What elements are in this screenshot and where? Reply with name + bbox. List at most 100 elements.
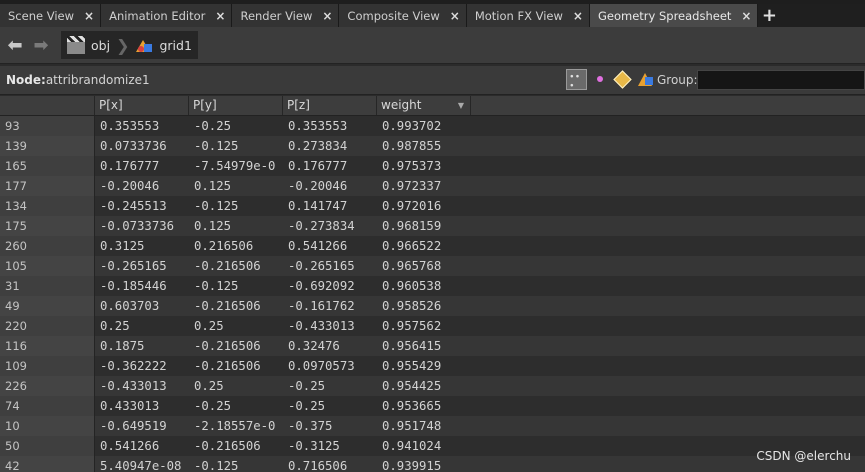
tab-composite-view[interactable]: Composite View xyxy=(339,4,467,27)
row-index-cell: 226 xyxy=(0,376,95,396)
detail-mode-icon[interactable] xyxy=(635,69,656,90)
table-row[interactable]: 105 -0.265165 -0.216506 -0.265165 0.965768 xyxy=(0,256,865,276)
row-index-cell: 93 xyxy=(0,116,95,136)
table-cell: 0.176777 xyxy=(100,159,160,173)
table-cell: 0.141747 xyxy=(288,199,348,213)
table-row[interactable]: 134 -0.245513 -0.125 0.141747 0.972016 xyxy=(0,196,865,216)
back-arrow-icon[interactable]: ⬅ xyxy=(5,35,25,56)
table-cell: -2.18557e-0 xyxy=(194,419,276,433)
table-row[interactable]: 50 0.541266 -0.216506 -0.3125 0.941024 xyxy=(0,436,865,456)
table-cell: -0.273834 xyxy=(288,219,355,233)
table-cell: 0.960538 xyxy=(382,279,442,293)
table-cell: 0.939915 xyxy=(382,459,442,472)
table-cell: 0.216506 xyxy=(194,239,254,253)
table-row[interactable]: 49 0.603703 -0.216506 -0.161762 0.958526 xyxy=(0,296,865,316)
table-cell: 0.0733736 xyxy=(100,139,167,153)
table-cell: 0.125 xyxy=(194,219,232,233)
column-header-px[interactable]: P[x] xyxy=(95,96,189,115)
points-mode-icon[interactable] xyxy=(566,69,587,91)
table-row[interactable]: 165 0.176777 -7.54979e-0 0.176777 0.975373 xyxy=(0,156,865,176)
table-cell: -0.3125 xyxy=(288,439,340,453)
table-cell: -0.125 xyxy=(194,139,239,153)
group-field[interactable] xyxy=(697,70,865,90)
table-cell: 0.987855 xyxy=(382,139,442,153)
table-cell: -0.692092 xyxy=(288,279,355,293)
table-cell: -0.216506 xyxy=(194,259,261,273)
table-cell: -0.185446 xyxy=(100,279,167,293)
table-cell: 0.972016 xyxy=(382,199,442,213)
close-tab-icon[interactable] xyxy=(322,9,332,23)
row-index-cell: 220 xyxy=(0,316,95,336)
column-header-weight[interactable]: weight ▼ xyxy=(377,96,471,115)
table-row[interactable]: 175 -0.0733736 0.125 -0.273834 0.968159 xyxy=(0,216,865,236)
table-cell: 0.0970573 xyxy=(288,359,355,373)
table-cell: 0.951748 xyxy=(382,419,442,433)
forward-arrow-icon[interactable]: ➡ xyxy=(31,35,51,56)
table-cell: 0.968159 xyxy=(382,219,442,233)
close-tab-icon[interactable] xyxy=(741,9,751,23)
close-tab-icon[interactable] xyxy=(215,9,225,23)
table-cell: -0.216506 xyxy=(194,359,261,373)
table-cell: 0.716506 xyxy=(288,459,348,472)
table-cell: 0.433013 xyxy=(100,399,160,413)
breadcrumb-obj[interactable]: obj xyxy=(67,36,110,54)
tab-label: Scene View xyxy=(8,8,75,23)
close-tab-icon[interactable] xyxy=(84,9,94,23)
add-tab-button[interactable]: + xyxy=(758,4,780,27)
navigation-bar: ⬅ ➡ obj ❯ grid1 xyxy=(0,27,865,64)
tab-scene-view[interactable]: Scene View xyxy=(0,4,102,27)
watermark: CSDN @elerchu xyxy=(756,449,851,463)
table-row[interactable]: 116 0.1875 -0.216506 0.32476 0.956415 xyxy=(0,336,865,356)
table-row[interactable]: 74 0.433013 -0.25 -0.25 0.953665 xyxy=(0,396,865,416)
table-cell: -0.125 xyxy=(194,459,239,472)
breadcrumb-separator-icon: ❯ xyxy=(116,35,130,55)
table-cell: 0.965768 xyxy=(382,259,442,273)
table-cell: 0.353553 xyxy=(100,119,160,133)
table-row[interactable]: 42 5.40947e-08 -0.125 0.716506 0.939915 xyxy=(0,456,865,472)
table-cell: -0.20046 xyxy=(100,179,160,193)
table-cell: 5.40947e-08 xyxy=(100,459,182,472)
table-row[interactable]: 31 -0.185446 -0.125 -0.692092 0.960538 xyxy=(0,276,865,296)
table-row[interactable]: 177 -0.20046 0.125 -0.20046 0.972337 xyxy=(0,176,865,196)
tab-render-view[interactable]: Render View xyxy=(232,4,340,27)
close-tab-icon[interactable] xyxy=(573,9,583,23)
column-header-weight-label: weight xyxy=(381,98,422,112)
table-cell: 0.353553 xyxy=(288,119,348,133)
tab-geometry-spreadsheet[interactable]: Geometry Spreadsheet xyxy=(589,4,759,27)
table-row[interactable]: 109 -0.362222 -0.216506 0.0970573 0.955429 xyxy=(0,356,865,376)
table-cell: -0.161762 xyxy=(288,299,355,313)
table-row[interactable]: 226 -0.433013 0.25 -0.25 0.954425 xyxy=(0,376,865,396)
table-cell: 0.25 xyxy=(194,319,224,333)
close-tab-icon[interactable] xyxy=(450,9,460,23)
row-index-cell: 50 xyxy=(0,436,95,456)
breadcrumb-node[interactable]: grid1 xyxy=(135,37,192,53)
table-row[interactable]: 220 0.25 0.25 -0.433013 0.957562 xyxy=(0,316,865,336)
column-header-index[interactable] xyxy=(0,96,95,115)
row-index-cell: 74 xyxy=(0,396,95,416)
table-cell: -0.216506 xyxy=(194,299,261,313)
column-header-pz[interactable]: P[z] xyxy=(283,96,377,115)
vertices-mode-icon[interactable] xyxy=(590,69,611,90)
table-row[interactable]: 139 0.0733736 -0.125 0.273834 0.987855 xyxy=(0,136,865,156)
table-row[interactable]: 10 -0.649519 -2.18557e-0 -0.375 0.951748 xyxy=(0,416,865,436)
table-row[interactable]: 93 0.353553 -0.25 0.353553 0.993702 xyxy=(0,116,865,136)
table-cell: 0.966522 xyxy=(382,239,442,253)
row-index-cell: 165 xyxy=(0,156,95,176)
table-cell: 0.993702 xyxy=(382,119,442,133)
table-cell: 0.957562 xyxy=(382,319,442,333)
primitives-mode-icon[interactable] xyxy=(612,69,633,90)
breadcrumb: obj ❯ grid1 xyxy=(61,31,198,59)
group-label: Group: xyxy=(657,73,698,87)
node-name: attribrandomize1 xyxy=(45,73,150,87)
table-row[interactable]: 260 0.3125 0.216506 0.541266 0.966522 xyxy=(0,236,865,256)
tab-motion-fx-view[interactable]: Motion FX View xyxy=(466,4,590,27)
table-cell: 0.1875 xyxy=(100,339,145,353)
column-header-py[interactable]: P[y] xyxy=(189,96,283,115)
tab-animation-editor[interactable]: Animation Editor xyxy=(101,4,233,27)
table-cell: -0.245513 xyxy=(100,199,167,213)
table-body: 93 0.353553 -0.25 0.353553 0.993702 139 0.0733… xyxy=(0,116,865,472)
table-cell: 0.941024 xyxy=(382,439,442,453)
table-cell: 0.541266 xyxy=(100,439,160,453)
tab-label: Render View xyxy=(240,8,313,23)
row-index-cell: 134 xyxy=(0,196,95,216)
